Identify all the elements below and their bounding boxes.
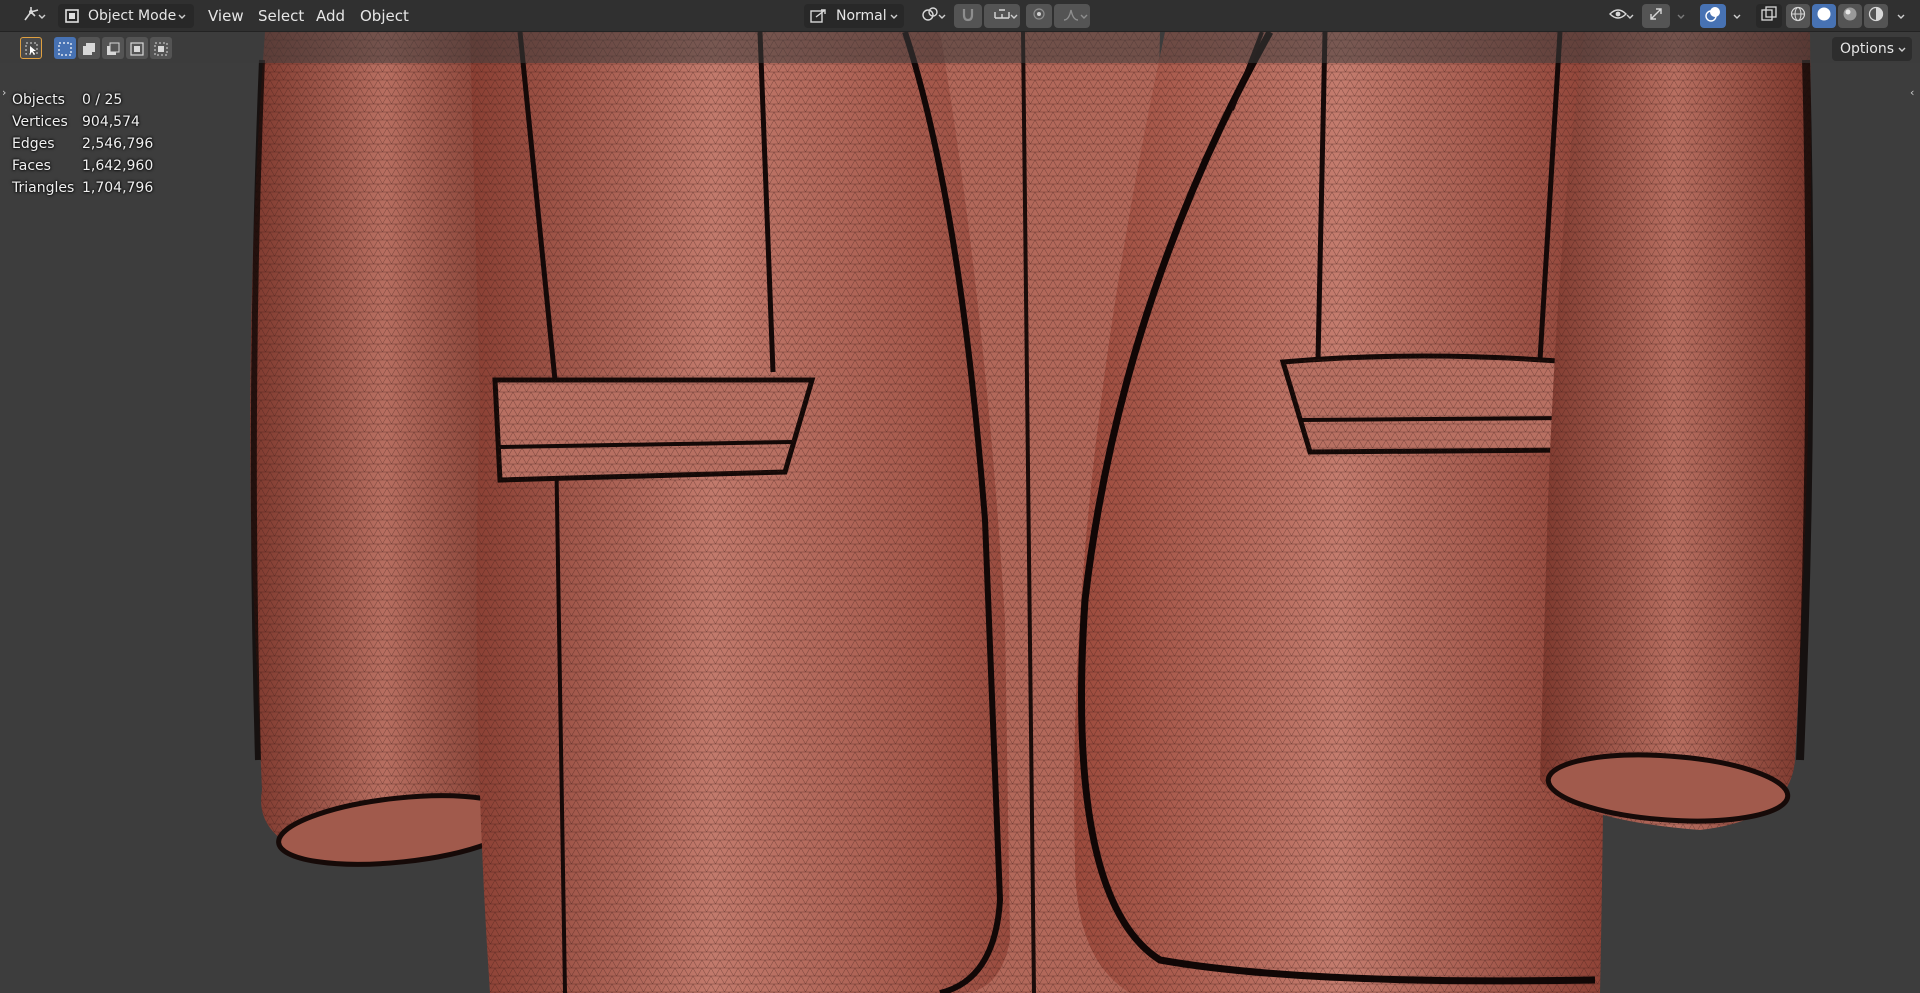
pivot-point-icon (921, 6, 939, 26)
selection-extend-icon (82, 41, 96, 60)
menu-view[interactable]: View (202, 4, 250, 28)
overlays-toggle[interactable] (1700, 4, 1726, 28)
stat-value: 2,546,796 (82, 136, 154, 152)
transform-orientation-dropdown[interactable]: Normal (804, 4, 904, 28)
wireframe-shading-button[interactable] (1786, 4, 1810, 28)
solid-shading-icon (1816, 6, 1832, 26)
snap-target-dropdown[interactable] (984, 4, 1020, 28)
orientation-label: Normal (836, 8, 887, 24)
snap-increment-icon (993, 6, 1011, 26)
stat-label: Objects (12, 92, 65, 108)
stat-row-vertices: Vertices 904,574 (12, 111, 153, 133)
chevron-down-icon (938, 13, 946, 21)
stat-row-triangles: Triangles 1,704,796 (12, 177, 153, 199)
selection-mode-subtract[interactable] (102, 37, 124, 59)
rendered-shading-icon (1868, 6, 1884, 26)
overlays-dropdown[interactable] (1728, 4, 1746, 28)
selection-intersect-icon (154, 41, 168, 60)
visibility-dropdown[interactable] (1600, 4, 1636, 28)
chevron-down-icon (1010, 13, 1018, 21)
rendered-shading-button[interactable] (1864, 4, 1888, 28)
selection-new-icon (58, 41, 72, 60)
selection-mode-set[interactable] (54, 37, 76, 59)
proportional-editing-icon (1032, 7, 1046, 25)
menu-object[interactable]: Object (354, 4, 415, 28)
3d-viewport[interactable] (0, 0, 1920, 993)
material-preview-button[interactable] (1838, 4, 1862, 28)
stat-label: Edges (12, 136, 55, 152)
chevron-down-icon (1898, 46, 1906, 54)
options-dropdown[interactable]: Options (1832, 37, 1912, 61)
stat-label: Faces (12, 158, 51, 174)
gizmo-dropdown[interactable] (1672, 4, 1690, 28)
material-preview-icon (1842, 6, 1858, 26)
chevron-down-icon (38, 13, 46, 21)
gizmo-toggle[interactable] (1642, 4, 1670, 28)
stat-value: 904,574 (82, 114, 140, 130)
mode-dropdown[interactable]: Object Mode (58, 4, 194, 28)
falloff-dropdown[interactable] (1054, 4, 1090, 28)
toolbar-expand-icon[interactable]: › (2, 86, 6, 99)
chevron-down-icon (890, 13, 898, 21)
stat-value: 0 / 25 (82, 92, 123, 108)
mode-label: Object Mode (88, 8, 177, 24)
snap-icon (960, 6, 976, 26)
pivot-point-dropdown[interactable] (912, 4, 948, 28)
stat-label: Triangles (12, 180, 75, 196)
chevron-down-icon (1677, 13, 1685, 21)
stat-row-objects: Objects 0 / 25 (12, 89, 153, 111)
object-mode-icon (64, 8, 80, 24)
editor-type-button[interactable] (14, 4, 50, 28)
shading-dropdown[interactable] (1890, 4, 1912, 28)
visibility-eye-icon (1609, 7, 1627, 25)
menu-add[interactable]: Add (310, 4, 351, 28)
sidebar-expand-icon[interactable]: ‹ (1910, 86, 1914, 99)
stat-value: 1,642,960 (82, 158, 154, 174)
chevron-down-icon (1626, 13, 1634, 21)
xray-icon (1761, 6, 1777, 26)
options-label: Options (1840, 41, 1895, 57)
stat-value: 1,704,796 (82, 180, 154, 196)
selection-invert-icon (130, 41, 144, 60)
falloff-curve-icon (1063, 6, 1081, 26)
transform-orientation-icon (810, 8, 828, 24)
scene-statistics: Objects 0 / 25 Vertices 904,574 Edges 2,546… (12, 89, 153, 199)
overlays-icon (1705, 6, 1721, 26)
select-box-tool-icon (25, 41, 39, 60)
xray-toggle[interactable] (1756, 4, 1782, 28)
viewport-header: Object Mode View Select Add Object Norma… (0, 0, 1920, 32)
chevron-down-icon (1080, 13, 1088, 21)
stat-row-faces: Faces 1,642,960 (12, 155, 153, 177)
solid-shading-button[interactable] (1812, 4, 1836, 28)
stat-label: Vertices (12, 114, 68, 130)
select-box-tool[interactable] (20, 37, 42, 59)
gizmo-icon (1648, 6, 1664, 26)
jacket-mesh (250, 30, 1814, 993)
chevron-down-icon (178, 13, 186, 21)
selection-mode-intersect[interactable] (150, 37, 172, 59)
chevron-down-icon (1733, 13, 1741, 21)
menu-select[interactable]: Select (252, 4, 310, 28)
tool-settings-bar (0, 32, 1920, 63)
wireframe-shading-icon (1790, 6, 1806, 26)
stat-row-edges: Edges 2,546,796 (12, 133, 153, 155)
selection-subtract-icon (106, 41, 120, 60)
selection-mode-extend[interactable] (78, 37, 100, 59)
proportional-editing-toggle[interactable] (1026, 4, 1052, 28)
selection-mode-invert[interactable] (126, 37, 148, 59)
snap-toggle[interactable] (954, 4, 982, 28)
chevron-down-icon (1897, 13, 1905, 21)
